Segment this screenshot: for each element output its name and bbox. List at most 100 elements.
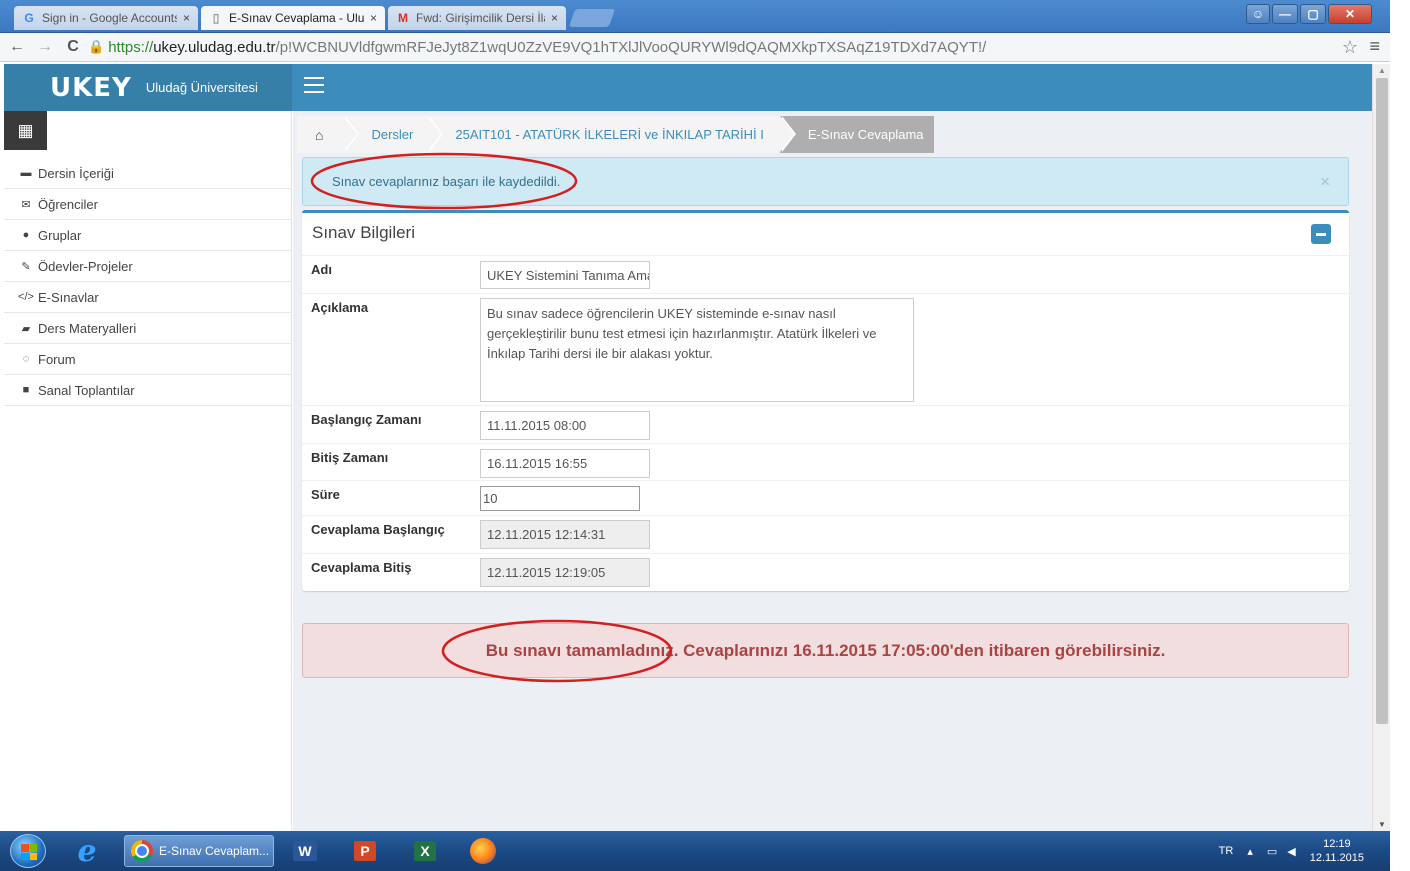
tab-close-icon[interactable]: × xyxy=(551,11,558,25)
maximize-button[interactable]: ▢ xyxy=(1300,4,1326,24)
users-icon: ● xyxy=(22,229,30,241)
vertical-scrollbar[interactable]: ▲ ▼ xyxy=(1372,64,1390,831)
network-icon[interactable]: ▭ xyxy=(1267,845,1277,858)
tab-label: Sign in - Google Accounts xyxy=(42,11,177,25)
tab-label: E-Sınav Cevaplama - Uluda xyxy=(229,11,364,25)
google-g-icon: G xyxy=(24,11,34,25)
field-row-duration: Süre 10 xyxy=(302,480,1349,515)
video-camera-icon: ■ xyxy=(22,384,30,396)
end-time-input[interactable]: 16.11.2015 16:55 xyxy=(480,449,650,478)
alert-message: Bu sınavı tamamladınız. Cevaplarınızı 16… xyxy=(485,640,1166,660)
breadcrumb-current: E-Sınav Cevaplama xyxy=(779,116,934,153)
bookmark-star-icon[interactable]: ☆ xyxy=(1342,37,1358,58)
minus-icon xyxy=(1316,232,1326,236)
completed-alert: Bu sınavı tamamladınız. Cevaplarınızı 16… xyxy=(302,623,1349,678)
folder-icon: ▬ xyxy=(20,167,32,179)
excel-icon[interactable]: X xyxy=(408,835,442,867)
taskbar-chrome-app[interactable]: E-Sınav Cevaplam... xyxy=(124,835,274,867)
sidebar-item-odevler-projeler[interactable]: ✎ Ödevler-Projeler xyxy=(4,251,292,282)
field-row-description: Açıklama Bu sınav sadece öğrencilerin UK… xyxy=(302,293,1349,405)
answer-start-input: 12.11.2015 12:14:31 xyxy=(480,520,650,549)
url-field[interactable]: 🔒 https://ukey.uludag.edu.tr/p!WCBNUVldf… xyxy=(88,39,986,56)
show-hidden-icons-icon[interactable]: ▴ xyxy=(1247,845,1253,858)
answer-end-input: 12.11.2015 12:19:05 xyxy=(480,558,650,587)
breadcrumb: ⌂ Dersler 25AIT101 - ATATÜRK İLKELERİ ve… xyxy=(297,116,934,153)
exam-info-box: Sınav Bilgileri Adı UKEY Sistemini Tanım… xyxy=(302,210,1349,591)
tab-close-icon[interactable]: × xyxy=(370,11,377,25)
word-icon[interactable]: W xyxy=(288,835,322,867)
field-label: Süre xyxy=(311,487,340,502)
tab-label: Fwd: Girişimcilik Dersi İlan xyxy=(416,11,545,25)
field-row-answer-start: Cevaplama Başlangıç 12.11.2015 12:14:31 xyxy=(302,515,1349,553)
alert-close-icon[interactable]: × xyxy=(1320,172,1330,192)
scrollbar-thumb[interactable] xyxy=(1376,78,1388,724)
address-bar: ← → C 🔒 https://ukey.uludag.edu.tr/p!WCB… xyxy=(0,33,1390,62)
sidebar-item-label: E-Sınavlar xyxy=(38,289,99,305)
windows-flag-icon xyxy=(21,844,37,860)
duration-input[interactable]: 10 xyxy=(480,486,640,511)
scroll-down-icon[interactable]: ▼ xyxy=(1378,820,1386,829)
field-row-name: Adı UKEY Sistemini Tanıma Amaçlı xyxy=(302,255,1349,293)
word-label: W xyxy=(293,841,317,861)
breadcrumb-course[interactable]: 25AIT101 - ATATÜRK İLKELERİ ve İNKILAP T… xyxy=(427,116,796,153)
sidebar-item-label: Sanal Toplantılar xyxy=(38,382,135,398)
box-title: Sınav Bilgileri xyxy=(312,223,415,242)
internet-explorer-icon[interactable]: e xyxy=(70,834,104,869)
sidebar-item-gruplar[interactable]: ● Gruplar xyxy=(4,220,292,251)
collapse-button[interactable] xyxy=(1311,224,1331,244)
clock[interactable]: 12:19 12.11.2015 xyxy=(1310,837,1364,865)
start-button[interactable] xyxy=(10,834,46,868)
language-indicator[interactable]: TR xyxy=(1219,845,1234,857)
sidebar-item-ders-materyalleri[interactable]: ▰ Ders Materyalleri xyxy=(4,313,292,344)
browser-menu-icon[interactable]: ≡ xyxy=(1369,36,1380,57)
app-header: UKEY Uludağ Üniversitesi xyxy=(4,64,1372,111)
taskbar: e E-Sınav Cevaplam... W P X TR ▴ ▭ ◀ 12:… xyxy=(0,831,1390,871)
sidebar-item-forum[interactable]: ◌ Forum xyxy=(4,344,292,375)
forward-arrow-icon[interactable]: → xyxy=(34,38,56,56)
envelope-icon: ✉ xyxy=(21,198,31,211)
university-name: Uludağ Üniversitesi xyxy=(145,80,258,95)
start-time-input[interactable]: 11.11.2015 08:00 xyxy=(480,411,650,440)
new-tab-button[interactable] xyxy=(568,9,616,27)
exam-description-textarea[interactable]: Bu sınav sadece öğrencilerin UKEY sistem… xyxy=(480,298,914,402)
breadcrumb-label: E-Sınav Cevaplama xyxy=(807,127,924,142)
field-label: Adı xyxy=(311,262,332,277)
sidebar-item-ogrenciler[interactable]: ✉ Öğrenciler xyxy=(4,189,292,220)
sidebar-item-sanal-toplantilar[interactable]: ■ Sanal Toplantılar xyxy=(4,375,292,406)
user-profile-icon[interactable]: ☺ xyxy=(1246,4,1270,24)
volume-icon[interactable]: ◀ xyxy=(1287,845,1295,858)
excel-label: X xyxy=(414,841,436,861)
sidebar-item-label: Ders Materyalleri xyxy=(38,320,137,336)
close-window-button[interactable]: ✕ xyxy=(1328,4,1372,24)
tab-e-sinav-cevaplama[interactable]: ▯ E-Sınav Cevaplama - Uluda × xyxy=(201,6,385,30)
field-row-start: Başlangıç Zamanı 11.11.2015 08:00 xyxy=(302,405,1349,443)
sidebar-item-label: Dersin İçeriği xyxy=(38,165,114,181)
sidebar: ▦ ▬ Dersin İçeriği ✉ Öğrenciler ● Grupla… xyxy=(4,111,292,831)
tab-close-icon[interactable]: × xyxy=(183,11,190,25)
exam-name-input[interactable]: UKEY Sistemini Tanıma Amaçlı xyxy=(480,261,650,289)
window-controls: ☺ — ▢ ✕ xyxy=(1246,4,1372,24)
tab-google-sign-in[interactable]: G Sign in - Google Accounts × xyxy=(14,6,198,30)
field-row-end: Bitiş Zamanı 16.11.2015 16:55 xyxy=(302,443,1349,480)
brand[interactable]: UKEY Uludağ Üniversitesi xyxy=(4,64,292,111)
minimize-button[interactable]: — xyxy=(1272,4,1298,24)
lock-icon: 🔒 xyxy=(88,39,105,54)
reload-icon[interactable]: C xyxy=(62,38,84,56)
breadcrumb-home[interactable]: ⌂ xyxy=(297,116,360,153)
url-path: /p!WCBNUVldfgwmRFJeJyt8Z1wqU0ZzVE9VQ1hTX… xyxy=(275,38,987,56)
alert-message: Sınav cevaplarınız başarı ile kaydedildi… xyxy=(332,174,561,189)
powerpoint-icon[interactable]: P xyxy=(348,835,382,867)
field-label: Başlangıç Zamanı xyxy=(311,412,422,427)
grid-icon[interactable]: ▦ xyxy=(4,111,47,150)
scroll-up-icon[interactable]: ▲ xyxy=(1378,66,1386,75)
hamburger-menu-icon[interactable] xyxy=(304,77,324,93)
field-label: Bitiş Zamanı xyxy=(311,450,389,465)
field-label: Açıklama xyxy=(311,300,369,315)
back-arrow-icon[interactable]: ← xyxy=(6,38,28,56)
screen: G Sign in - Google Accounts × ▯ E-Sınav … xyxy=(0,0,1410,871)
breadcrumb-label: Dersler xyxy=(371,127,414,142)
sidebar-item-dersin-icerigi[interactable]: ▬ Dersin İçeriği xyxy=(4,158,292,189)
firefox-icon[interactable] xyxy=(466,835,500,867)
tab-gmail[interactable]: M Fwd: Girişimcilik Dersi İlan × xyxy=(388,6,566,30)
sidebar-item-e-sinavlar[interactable]: </> E-Sınavlar xyxy=(4,282,292,313)
